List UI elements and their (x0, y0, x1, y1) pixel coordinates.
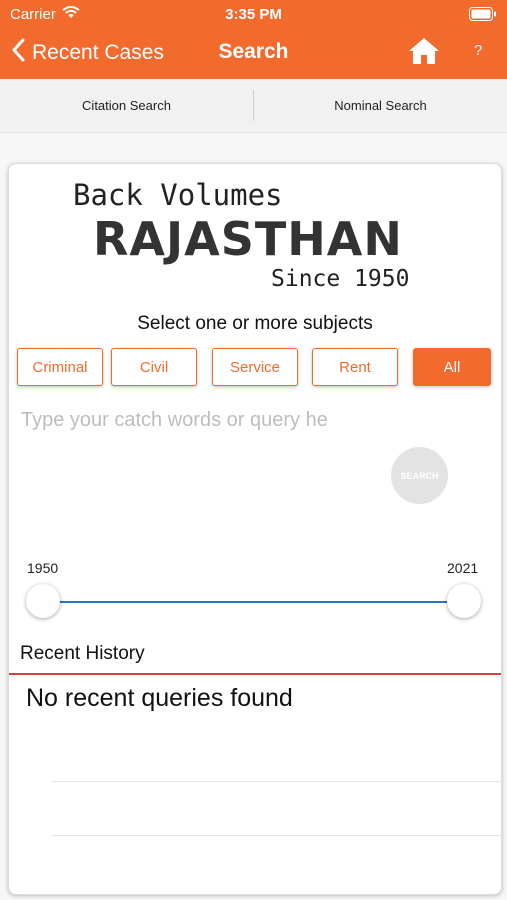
home-icon[interactable] (408, 36, 440, 71)
status-bar: Carrier 3:35 PM (0, 0, 507, 28)
subjects-heading: Select one or more subjects (137, 313, 373, 334)
logo-line-2: RAJASTHAN (93, 212, 403, 266)
search-button[interactable]: SEARCH (391, 447, 448, 504)
chevron-left-icon (12, 38, 26, 67)
logo: Back Volumes RAJASTHAN Since 1950 (73, 174, 443, 294)
logo-line-1: Back Volumes (73, 178, 283, 212)
year-min-handle[interactable] (26, 584, 60, 618)
search-mode-tabs: Citation Search Nominal Search (0, 79, 507, 133)
subject-chip-rent[interactable]: Rent (312, 348, 398, 386)
year-range-track[interactable] (43, 601, 465, 603)
list-separator (51, 781, 501, 782)
year-max-label: 2021 (447, 560, 479, 576)
recent-history-heading: Recent History (20, 643, 145, 664)
tab-nominal-search[interactable]: Nominal Search (254, 79, 507, 132)
subject-chip-all[interactable]: All (413, 348, 491, 386)
nav-bar: Recent Cases Search ? (0, 28, 507, 79)
back-label: Recent Cases (32, 40, 164, 64)
help-button[interactable]: ? (474, 42, 482, 59)
subject-chip-criminal[interactable]: Criminal (17, 348, 103, 386)
history-empty-message: No recent queries found (26, 684, 293, 712)
logo-line-3: Since 1950 (271, 266, 410, 292)
year-min-label: 1950 (27, 560, 59, 576)
subject-chip-service[interactable]: Service (212, 348, 298, 386)
subject-chip-civil[interactable]: Civil (111, 348, 197, 386)
search-card: Back Volumes RAJASTHAN Since 1950 Select… (8, 163, 502, 895)
year-max-handle[interactable] (447, 584, 481, 618)
top-bar: Carrier 3:35 PM Recent Cases Search ? (0, 0, 507, 79)
back-button[interactable]: Recent Cases (12, 38, 164, 67)
history-divider (9, 673, 501, 675)
tab-citation-search[interactable]: Citation Search (0, 79, 253, 132)
list-separator (51, 835, 501, 836)
battery-icon (469, 7, 497, 26)
status-time: 3:35 PM (225, 6, 282, 23)
query-input[interactable]: Type your catch words or query he (21, 409, 481, 439)
